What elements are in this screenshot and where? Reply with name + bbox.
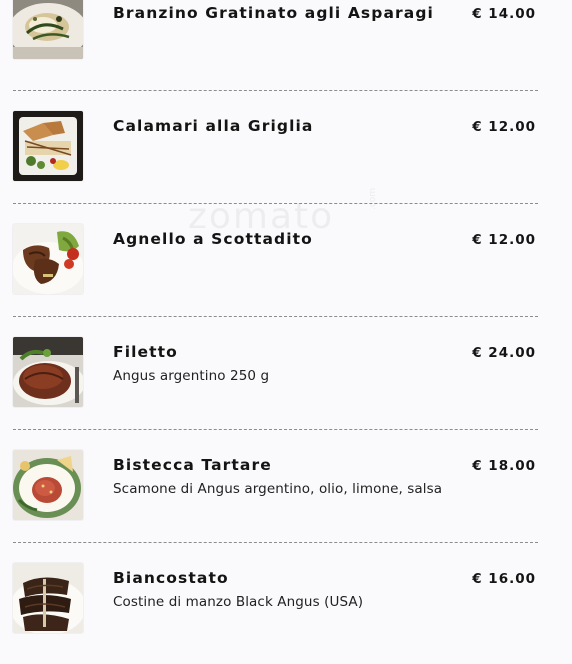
item-description: Scamone di Angus argentino, olio, limone…: [113, 481, 443, 497]
menu-item[interactable]: Biancostato Costine di manzo Black Angus…: [13, 551, 538, 664]
menu-item[interactable]: Filetto Angus argentino 250 g € 24.00: [13, 325, 538, 438]
item-divider: [13, 429, 538, 430]
menu-item[interactable]: Agnello a Scottadito € 12.00: [13, 212, 538, 325]
menu-list: zomato .com Branzino Gratinato agli Aspa…: [0, 0, 572, 634]
item-name: Bistecca Tartare: [113, 456, 272, 474]
lamb-chops-photo: [13, 224, 83, 294]
item-price: € 16.00: [472, 571, 536, 587]
grilled-calamari-photo: [13, 111, 83, 181]
menu-item[interactable]: Calamari alla Griglia € 12.00: [13, 99, 538, 212]
item-price: € 24.00: [472, 345, 536, 361]
item-name: Filetto: [113, 343, 178, 361]
item-description: Angus argentino 250 g: [113, 368, 270, 384]
menu-item[interactable]: Bistecca Tartare Scamone di Angus argent…: [13, 438, 538, 551]
beef-tartare-photo: [13, 450, 83, 520]
item-name: Branzino Gratinato agli Asparagi: [113, 4, 434, 22]
item-price: € 14.00: [472, 6, 536, 22]
item-divider: [13, 316, 538, 317]
item-divider: [13, 90, 538, 91]
item-divider: [13, 203, 538, 204]
item-divider: [13, 542, 538, 543]
item-description: Costine di manzo Black Angus (USA): [113, 594, 364, 610]
item-price: € 18.00: [472, 458, 536, 474]
menu-item[interactable]: Branzino Gratinato agli Asparagi € 14.00: [13, 0, 538, 99]
item-name: Biancostato: [113, 569, 229, 587]
item-name: Agnello a Scottadito: [113, 230, 313, 248]
item-price: € 12.00: [472, 119, 536, 135]
short-ribs-photo: [13, 563, 83, 633]
sea-bass-dish-photo: [13, 0, 83, 59]
item-name: Calamari alla Griglia: [113, 117, 314, 135]
item-price: € 12.00: [472, 232, 536, 248]
beef-fillet-photo: [13, 337, 83, 407]
